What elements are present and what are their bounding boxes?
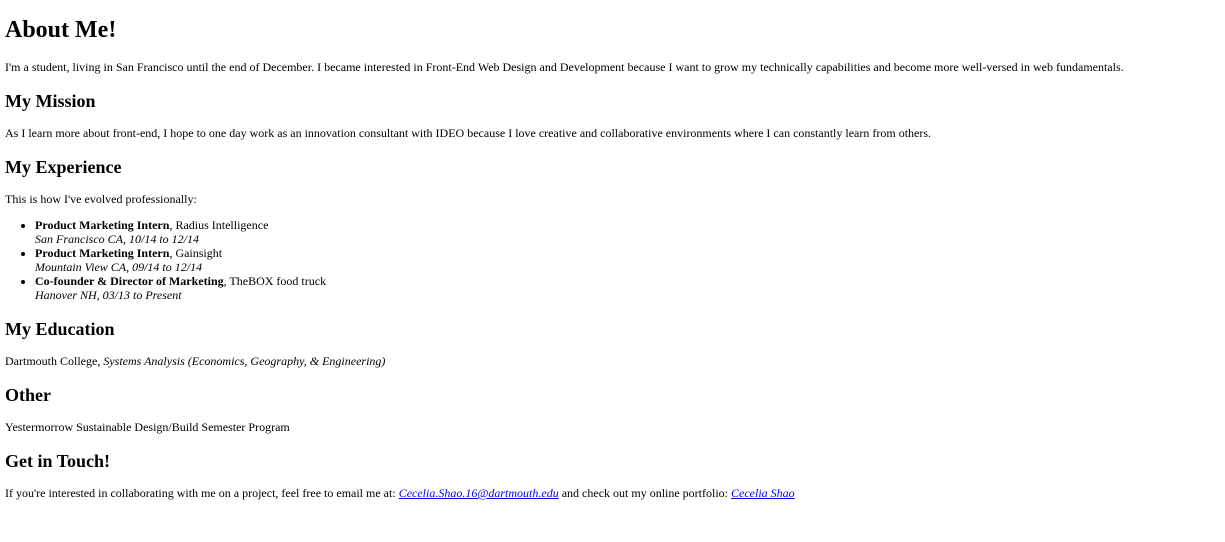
education-major: Systems Analysis (Economics, Geography, … [103,354,386,368]
contact-text-middle: and check out my online portfolio: [558,486,732,500]
experience-company: , Radius Intelligence [169,218,269,232]
experience-details: Hanover NH, 03/13 to Present [35,288,182,302]
education-paragraph: Dartmouth College, Systems Analysis (Eco… [5,354,1220,368]
experience-company: , TheBOX food truck [223,274,327,288]
experience-item: Co-founder & Director of Marketing, TheB… [35,274,1220,302]
mission-heading: My Mission [5,91,96,111]
intro-paragraph: I'm a student, living in San Francisco u… [5,60,1124,74]
education-heading: My Education [5,319,115,339]
experience-list: Product Marketing Intern, Radius Intelli… [5,218,1220,302]
experience-details: Mountain View CA, 09/14 to 12/14 [35,260,203,274]
experience-item: Product Marketing Intern, Gainsight Moun… [35,246,1220,274]
experience-role: Product Marketing Intern [35,246,170,260]
education-school: Dartmouth College, [5,354,104,368]
page-content: About Me! I'm a student, living in San F… [0,16,1225,500]
contact-text-before: If you're interested in collaborating wi… [5,486,399,500]
contact-paragraph: If you're interested in collaborating wi… [5,486,1220,500]
experience-intro: This is how I've evolved professionally: [5,192,197,206]
other-paragraph: Yestermorrow Sustainable Design/Build Se… [5,420,290,434]
experience-heading: My Experience [5,157,122,177]
email-link[interactable]: Cecelia.Shao.16@dartmouth.edu [399,486,559,500]
page-title: About Me! [5,17,117,43]
mission-paragraph: As I learn more about front-end, I hope … [5,126,932,140]
other-heading: Other [5,385,51,405]
contact-heading: Get in Touch! [5,451,111,471]
experience-role: Product Marketing Intern [35,218,170,232]
experience-details: San Francisco CA, 10/14 to 12/14 [35,232,199,246]
experience-company: , Gainsight [169,246,223,260]
experience-role: Co-founder & Director of Marketing [35,274,224,288]
experience-item: Product Marketing Intern, Radius Intelli… [35,218,1220,246]
portfolio-link[interactable]: Cecelia Shao [731,486,795,500]
